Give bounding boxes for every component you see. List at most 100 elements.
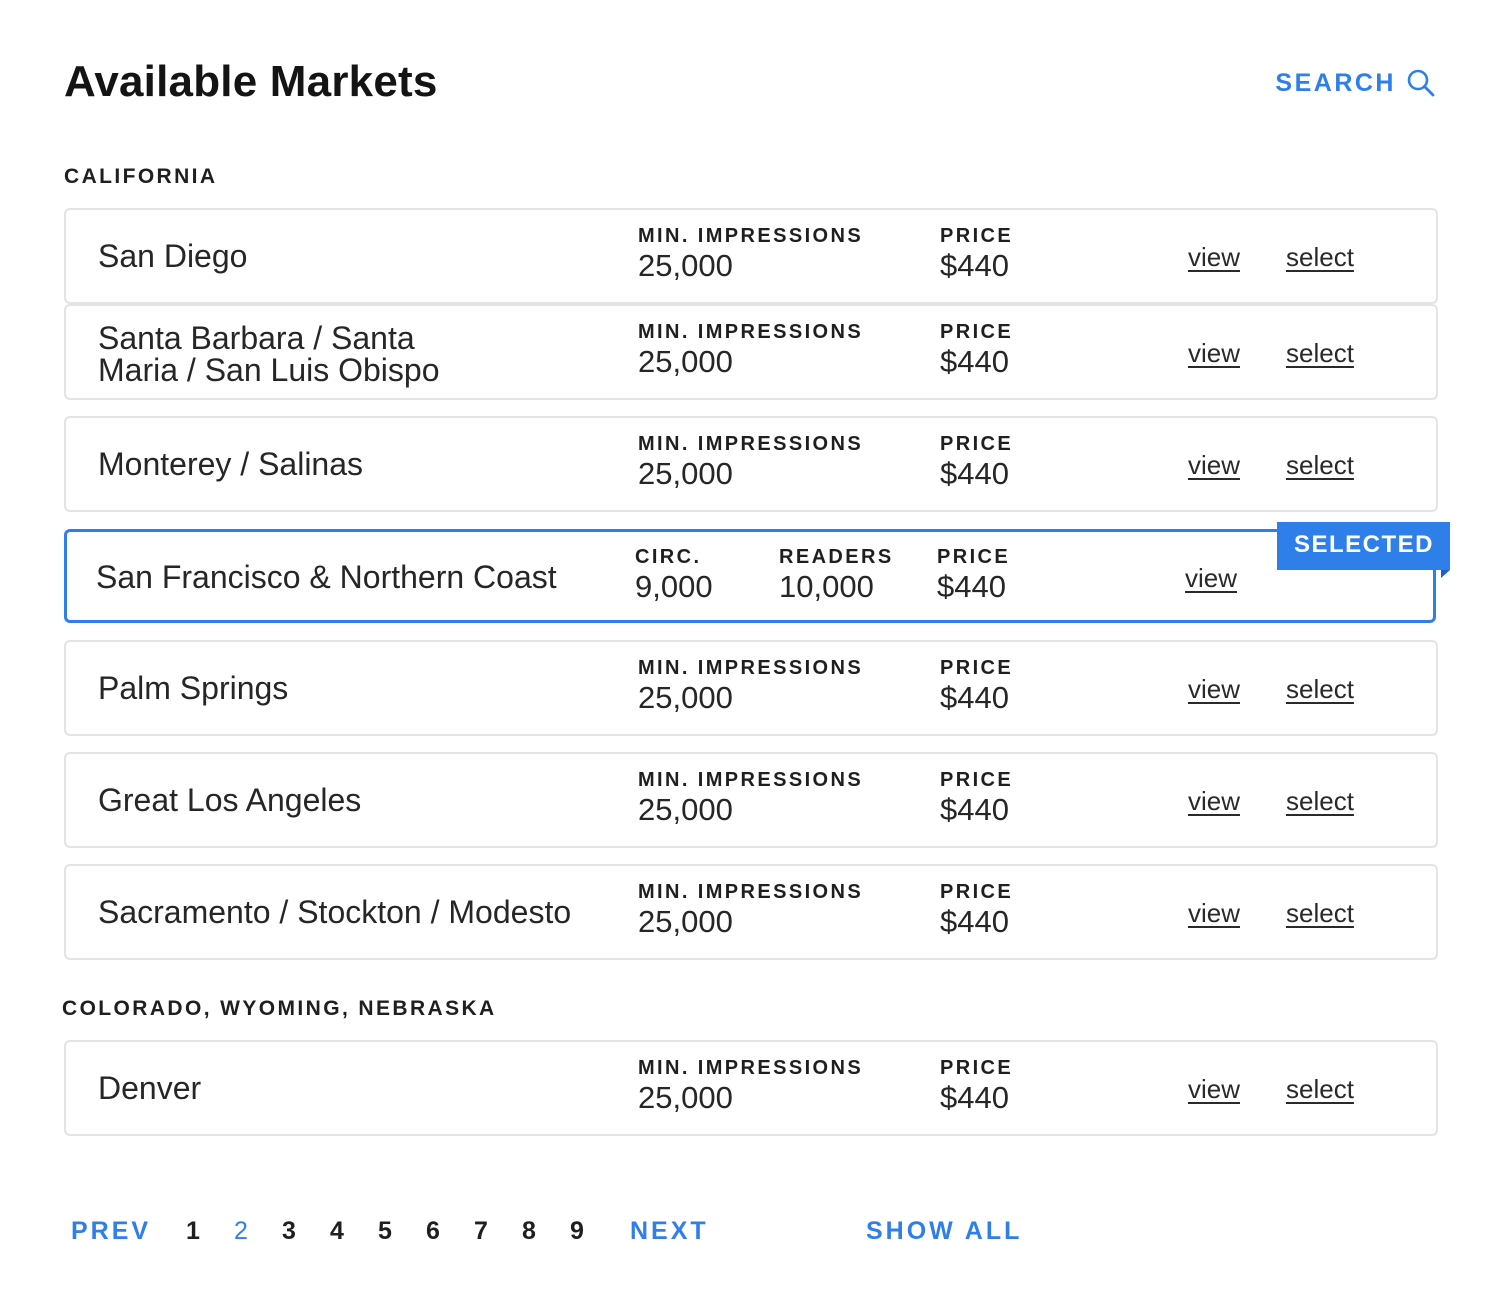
stat-label: MIN. IMPRESSIONS [638,769,864,791]
price-label: PRICE [937,546,1011,568]
market-card-san-francisco-selected: San Francisco & Northern Coast CIRC. 9,0… [64,522,1451,623]
market-card-denver: Denver MIN. IMPRESSIONS 25,000 PRICE $44… [64,1040,1438,1136]
stat-label: MIN. IMPRESSIONS [638,1057,864,1079]
page-5-button[interactable]: 5 [378,1214,392,1248]
view-link[interactable]: view [1185,563,1237,593]
page-9-button[interactable]: 9 [570,1214,584,1248]
readers-value: 10,000 [779,569,874,604]
page-4-button[interactable]: 4 [330,1214,344,1248]
circulation: CIRC. 9,000 [635,545,713,605]
price-label: PRICE [940,433,1014,455]
price: PRICE $440 [937,545,1010,605]
stat-label: MIN. IMPRESSIONS [638,881,864,903]
price: PRICE $440 [940,224,1013,284]
min-impressions: MIN. IMPRESSIONS 25,000 [638,656,863,716]
select-link[interactable]: select [1286,450,1354,480]
price-value: $440 [940,1080,1009,1115]
price-label: PRICE [940,769,1014,791]
stat-value: 25,000 [638,344,733,379]
page-8-button[interactable]: 8 [522,1214,536,1248]
min-impressions: MIN. IMPRESSIONS 25,000 [638,224,863,284]
price-label: PRICE [940,657,1014,679]
select-link[interactable]: select [1286,1074,1354,1104]
price: PRICE $440 [940,656,1013,716]
market-card-palm-springs: Palm Springs MIN. IMPRESSIONS 25,000 PRI… [64,640,1438,736]
price: PRICE $440 [940,1056,1013,1116]
price-value: $440 [940,456,1009,491]
stat-label: MIN. IMPRESSIONS [638,433,864,455]
stat-value: 25,000 [638,680,733,715]
market-name: San Diego [98,238,248,274]
price-value: $440 [940,904,1009,939]
price: PRICE $440 [940,320,1013,380]
min-impressions: MIN. IMPRESSIONS 25,000 [638,768,863,828]
price-value: $440 [940,680,1009,715]
search-label[interactable]: SEARCH [1275,68,1396,98]
pagination: PREV 1 2 3 4 5 6 7 8 9 NEXT SHOW ALL [64,1214,1064,1254]
page-6-button[interactable]: 6 [426,1214,440,1248]
min-impressions: MIN. IMPRESSIONS 25,000 [638,880,863,940]
market-card-santa-barbara: Santa Barbara / Santa Maria / San Luis O… [64,304,1438,400]
price-label: PRICE [940,881,1014,903]
stat-value: 25,000 [638,904,733,939]
circ-label: CIRC. [635,546,702,568]
page-2-button-current[interactable]: 2 [234,1214,248,1248]
min-impressions: MIN. IMPRESSIONS 25,000 [638,320,863,380]
price-value: $440 [940,344,1009,379]
view-link[interactable]: view [1188,338,1240,368]
select-link[interactable]: select [1286,242,1354,272]
select-link[interactable]: select [1286,898,1354,928]
select-link[interactable]: select [1286,674,1354,704]
search-button[interactable]: SEARCH [1275,68,1436,98]
price: PRICE $440 [940,432,1013,492]
view-link[interactable]: view [1188,786,1240,816]
stat-label: MIN. IMPRESSIONS [638,321,864,343]
page-header: Available Markets SEARCH [64,56,1438,112]
view-link[interactable]: view [1188,450,1240,480]
price-label: PRICE [940,1057,1014,1079]
market-name: Sacramento / Stockton / Modesto [98,894,572,930]
market-card-san-diego: San Diego MIN. IMPRESSIONS 25,000 PRICE … [64,208,1438,304]
show-all-button[interactable]: SHOW ALL [866,1214,1022,1248]
stat-label: MIN. IMPRESSIONS [638,225,864,247]
market-card-los-angeles: Great Los Angeles MIN. IMPRESSIONS 25,00… [64,752,1438,848]
market-name: Palm Springs [98,670,289,706]
market-card-monterey: Monterey / Salinas MIN. IMPRESSIONS 25,0… [64,416,1438,512]
market-name: San Francisco & Northern Coast [96,559,557,595]
select-link[interactable]: select [1286,786,1354,816]
section-label-california: CALIFORNIA [64,165,218,188]
market-name: Great Los Angeles [98,782,362,818]
market-name: Santa Barbara / Santa Maria / San Luis O… [98,320,440,388]
next-page-button[interactable]: NEXT [630,1214,709,1248]
view-link[interactable]: view [1188,242,1240,272]
price: PRICE $440 [940,768,1013,828]
stat-value: 25,000 [638,456,733,491]
view-link[interactable]: view [1188,674,1240,704]
page-1-button[interactable]: 1 [186,1214,200,1248]
min-impressions: MIN. IMPRESSIONS 25,000 [638,432,863,492]
readers-label: READERS [779,546,894,568]
page-3-button[interactable]: 3 [282,1214,296,1248]
page-7-button[interactable]: 7 [474,1214,488,1248]
min-impressions: MIN. IMPRESSIONS 25,000 [638,1056,863,1116]
price-value: $440 [937,569,1006,604]
section-label-colorado-wyoming-nebraska: COLORADO, WYOMING, NEBRASKA [62,997,497,1020]
search-icon[interactable] [1406,68,1436,98]
stat-value: 25,000 [638,792,733,827]
readers: READERS 10,000 [779,545,894,605]
page-title: Available Markets [64,57,438,106]
stat-value: 25,000 [638,248,733,283]
market-name: Denver [98,1070,202,1106]
view-link[interactable]: view [1188,898,1240,928]
price: PRICE $440 [940,880,1013,940]
price-label: PRICE [940,225,1014,247]
stat-label: MIN. IMPRESSIONS [638,657,864,679]
price-value: $440 [940,792,1009,827]
select-link[interactable]: select [1286,338,1354,368]
view-link[interactable]: view [1188,1074,1240,1104]
prev-page-button[interactable]: PREV [71,1214,151,1248]
selected-badge: SELECTED [1276,522,1451,578]
market-card-sacramento: Sacramento / Stockton / Modesto MIN. IMP… [64,864,1438,960]
stat-value: 25,000 [638,1080,733,1115]
price-value: $440 [940,248,1009,283]
